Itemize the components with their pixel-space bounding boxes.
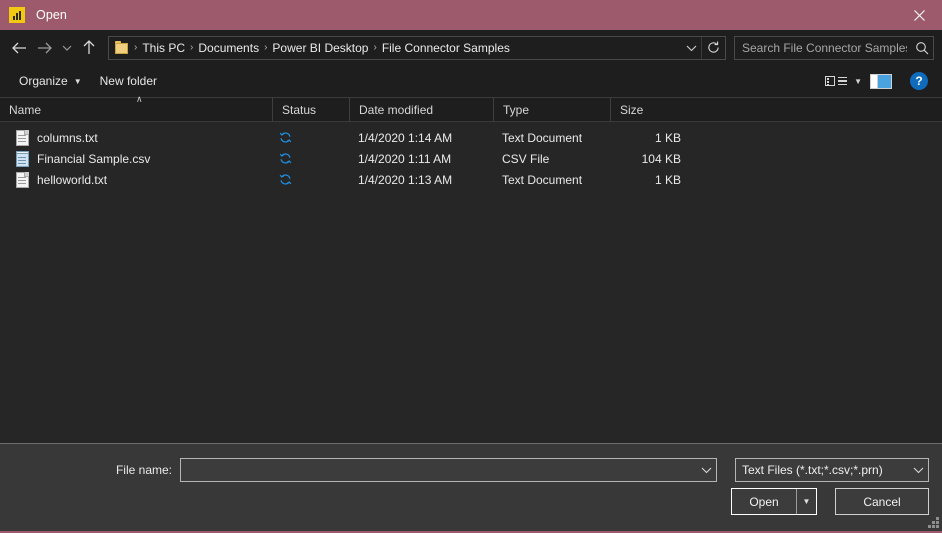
sync-icon <box>279 173 292 186</box>
file-list[interactable]: columns.txt 1/4/2020 1:14 AM Text Docume… <box>0 122 942 443</box>
breadcrumb-documents[interactable]: Documents <box>195 41 262 55</box>
text-file-icon <box>16 129 29 146</box>
breadcrumb-separator-3: › <box>373 42 377 53</box>
dialog-buttons: Open ▼ Cancel <box>0 488 929 515</box>
close-icon[interactable] <box>896 0 942 30</box>
file-status-cell <box>272 173 349 186</box>
chevron-down-icon[interactable] <box>908 466 928 474</box>
breadcrumb-separator-0: › <box>134 42 138 53</box>
table-row[interactable]: columns.txt 1/4/2020 1:14 AM Text Docume… <box>0 127 942 148</box>
back-arrow-icon[interactable] <box>6 35 32 61</box>
filename-combobox[interactable] <box>180 458 717 482</box>
sync-icon <box>279 152 292 165</box>
file-name-label: columns.txt <box>37 130 98 145</box>
file-size-cell: 1 KB <box>654 172 681 187</box>
table-row[interactable]: helloworld.txt 1/4/2020 1:13 AM Text Doc… <box>0 169 942 190</box>
forward-arrow-icon[interactable] <box>32 35 58 61</box>
open-split-button[interactable]: Open ▼ <box>731 488 817 515</box>
preview-pane-icon[interactable] <box>870 73 892 89</box>
resize-grip-icon[interactable] <box>928 517 939 528</box>
filename-input[interactable] <box>181 463 696 477</box>
search-box[interactable] <box>734 35 934 60</box>
file-name-label: helloworld.txt <box>37 172 108 187</box>
file-name-cell[interactable]: columns.txt <box>0 129 272 146</box>
sort-ascending-icon: ∧ <box>136 94 143 104</box>
breadcrumb-this-pc[interactable]: This PC <box>139 41 188 55</box>
column-header-status[interactable]: Status <box>272 98 349 121</box>
new-folder-button[interactable]: New folder <box>91 70 166 92</box>
sync-icon <box>279 131 292 144</box>
navigation-bar: › This PC › Documents › Power BI Desktop… <box>0 30 942 65</box>
column-header-type[interactable]: Type <box>493 98 610 121</box>
dialog-footer: File name: Text Files (*.txt;*.csv;*.prn… <box>0 443 942 531</box>
cancel-button[interactable]: Cancel <box>835 488 929 515</box>
chevron-down-icon[interactable] <box>696 466 716 474</box>
new-folder-label: New folder <box>99 74 157 88</box>
filename-label: File name: <box>115 463 172 477</box>
file-type-filter-value: Text Files (*.txt;*.csv;*.prn) <box>742 463 883 477</box>
open-button[interactable]: Open <box>732 489 796 514</box>
chevron-down-icon[interactable] <box>681 37 701 59</box>
file-name-cell[interactable]: Financial Sample.csv <box>0 150 272 167</box>
powerbi-icon <box>9 7 25 23</box>
file-size-cell: 1 KB <box>654 130 681 145</box>
refresh-icon[interactable] <box>701 36 725 59</box>
breadcrumb-power-bi-desktop[interactable]: Power BI Desktop <box>269 41 371 55</box>
file-type-cell: Text Document <box>502 130 583 145</box>
file-date-cell: 1/4/2020 1:13 AM <box>358 172 453 187</box>
file-type-filter-dropdown[interactable]: Text Files (*.txt;*.csv;*.prn) <box>735 458 929 482</box>
window-title: Open <box>36 8 67 22</box>
column-header-date-modified[interactable]: Date modified <box>349 98 493 121</box>
search-icon[interactable] <box>911 41 933 55</box>
up-arrow-icon[interactable] <box>76 35 102 61</box>
file-type-cell: CSV File <box>502 151 550 166</box>
chevron-down-icon: ▼ <box>73 76 82 86</box>
file-size-cell: 104 KB <box>641 151 681 166</box>
title-bar: Open <box>0 0 942 30</box>
address-bar[interactable]: › This PC › Documents › Power BI Desktop… <box>108 35 726 60</box>
file-status-cell <box>272 131 349 144</box>
text-file-icon <box>16 171 29 188</box>
help-icon[interactable]: ? <box>910 72 928 90</box>
file-date-cell: 1/4/2020 1:11 AM <box>358 151 452 166</box>
csv-file-icon <box>16 150 29 167</box>
folder-icon <box>115 41 130 54</box>
search-input[interactable] <box>735 40 911 55</box>
file-date-cell: 1/4/2020 1:14 AM <box>358 130 453 145</box>
breadcrumb-separator-2: › <box>264 42 268 53</box>
file-status-cell <box>272 152 349 165</box>
breadcrumb-separator-1: › <box>190 42 194 53</box>
organize-button[interactable]: Organize ▼ <box>10 70 91 92</box>
recent-locations-icon[interactable] <box>58 35 76 61</box>
column-header-size[interactable]: Size <box>610 98 690 121</box>
chevron-down-icon[interactable]: ▼ <box>851 77 870 86</box>
view-options-icon[interactable] <box>821 76 851 86</box>
table-row[interactable]: Financial Sample.csv 1/4/2020 1:11 AM CS… <box>0 148 942 169</box>
file-name-label: Financial Sample.csv <box>37 151 151 166</box>
open-file-dialog: Open › This PC › Documents › Power BI De… <box>0 0 942 533</box>
chevron-down-icon[interactable]: ▼ <box>796 489 816 514</box>
file-name-cell[interactable]: helloworld.txt <box>0 171 272 188</box>
breadcrumb-file-connector-samples[interactable]: File Connector Samples <box>379 41 513 55</box>
file-type-cell: Text Document <box>502 172 583 187</box>
organize-label: Organize <box>19 74 68 88</box>
column-headers: Name Status Date modified Type Size ∧ <box>0 94 942 122</box>
